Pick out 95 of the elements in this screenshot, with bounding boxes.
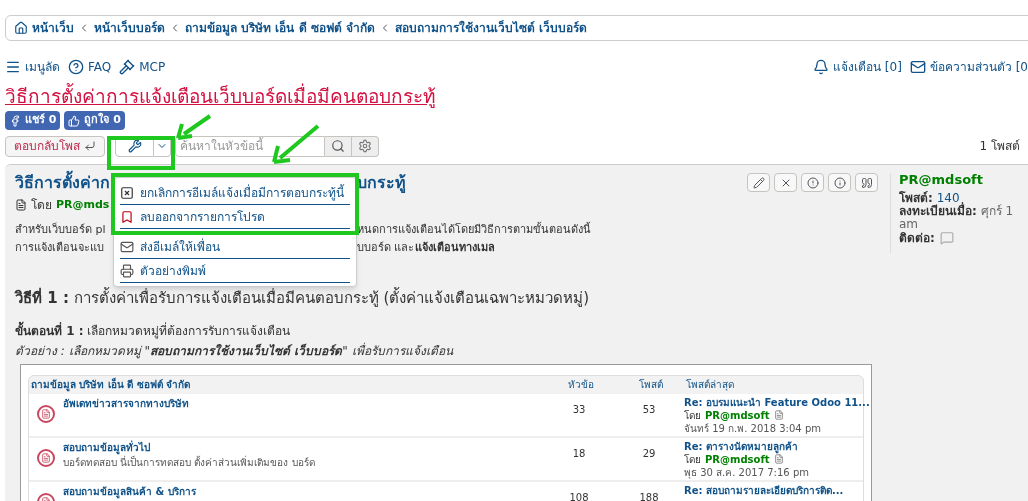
last-post-link[interactable]: Re: อบรมแนะนำ Feature Odoo 11... (684, 395, 870, 409)
nav-link[interactable]: MCP (119, 58, 166, 76)
post-date: พุธ 30 ส.ค. 2017 7:16 pm (684, 465, 810, 479)
search-field[interactable]: ค้นหาในหัวข้อนี้ (175, 135, 325, 157)
breadcrumb-link[interactable]: หน้าเว็บ (32, 19, 74, 37)
edit-button[interactable] (747, 173, 770, 192)
forum-description: บอร์ดทดสอบ นี่เป็นการทดสอบ ตั้งค่าส่วนเพิ่มเติมของ บอร์ด (63, 455, 315, 470)
contact-label: ติดต่อ: (899, 231, 935, 245)
forum-name[interactable]: สอบถามข้อมูลทั่วไป (63, 439, 315, 455)
joined-value: ศุกร์ 1 (980, 204, 1014, 218)
menu-item[interactable]: ลบออกจากรายการโปรด (120, 205, 350, 229)
printer-icon (120, 263, 134, 278)
nav-link[interactable]: FAQ (68, 58, 112, 76)
document-icon (773, 454, 784, 464)
settings-button[interactable] (352, 135, 379, 157)
x-box-icon (120, 185, 134, 200)
post-text: หนดการแจ้งเตือนได้โดยมีวิธีการตามขั้นตอนดังนี้ (357, 221, 592, 238)
forum-icon (37, 404, 55, 423)
post-count: 1 โพสต์ (979, 138, 1020, 155)
menu-item[interactable]: ตัวอย่างพิมพ์ (120, 259, 350, 283)
author-link[interactable]: PR@mdsoft (705, 452, 770, 466)
posts-count: 29 (641, 446, 657, 461)
menu-icon (5, 59, 21, 75)
menu-item[interactable]: ส่งอีเมล์ให้เพื่อน (120, 235, 350, 259)
breadcrumb-link[interactable]: ถามข้อมูล บริษัท เอ็น ดี ซอฟต์ จำกัด (185, 19, 375, 37)
envelope-icon (120, 239, 134, 254)
step-text: ขั้นตอนที่ 1 : เลือกหมวดหมู่ที่ต้องการรับการแจ้งเตือน (15, 321, 292, 340)
quote-icon (860, 176, 873, 189)
facebook-icon (9, 114, 21, 127)
by-label: โดย (31, 197, 52, 214)
menu-item[interactable]: ยกเลิกการอีเมล์แจ้งเมื่อมีการตอบกระทู้นี้ (120, 181, 350, 205)
gavel-icon (119, 59, 136, 75)
envelope-icon (909, 59, 926, 75)
topics-count: 18 (571, 446, 587, 461)
posts-count: 188 (638, 490, 660, 501)
arrow-icon (84, 140, 96, 152)
forum-name[interactable]: อัพเดทข่าวสารจากทางบริษัท (63, 395, 189, 411)
column-header: โพสต์ล่าสุด (686, 378, 735, 392)
thumbs-up-icon (68, 114, 81, 127)
info-icon (833, 176, 846, 189)
info-button[interactable] (828, 173, 851, 192)
joined-value: am (899, 218, 920, 231)
nav-link[interactable]: เมนูลัด (5, 58, 60, 76)
post-text: บบอร์ด และแจ้งเตือนทางเมล (357, 240, 496, 256)
author-link[interactable]: PR@mds (56, 196, 110, 214)
by-label: โดย (684, 408, 701, 422)
search-icon (331, 139, 345, 153)
pencil-icon (752, 176, 765, 189)
topics-count: 108 (568, 490, 590, 501)
method-heading: วิธีที่ 1 : การตั้งค่าเพื่อรับการแจ้งเตือนเมื่อมีคนตอบกระทู้ (ตั้งค่าแจ้งเตือนเฉพาะหมวดหมู่) (15, 287, 591, 309)
last-post-link[interactable]: Re: สอบถามรายละเอียดบริการติด... (684, 483, 863, 497)
posts-count: 53 (641, 402, 657, 417)
topic-title[interactable]: วิธีการตั้งค่าการแจ้งเตือนเว็บบอร์ดเมื่อมีคนตอบกระทู้ (5, 83, 1028, 109)
nav-link[interactable]: แจ้งเตือน [0] (813, 58, 902, 76)
example-text: ตัวอย่าง : เลือกหมวดหมู่ "สอบถามการใช้งานเว็บไซต์ เว็บบอร์ด" เพื่อรับการแจ้งเตือน (15, 341, 455, 360)
share-button[interactable]: แชร์ 0 (5, 111, 61, 130)
author-link[interactable]: PR@mdsoft (705, 408, 770, 422)
forum-icon (37, 448, 55, 467)
posts-value[interactable]: 140 (936, 191, 960, 205)
column-header: หัวข้อ (567, 378, 595, 392)
settings-icon (358, 139, 372, 153)
share-button[interactable]: ถูกใจ 0 (64, 111, 125, 130)
reply-button[interactable]: ตอบกลับโพส (5, 135, 105, 157)
last-post-link[interactable]: Re: ตารางนัดหมายลูกค้า (684, 439, 863, 453)
home-icon (14, 21, 28, 35)
help-icon (68, 59, 84, 75)
breadcrumb-link[interactable]: สอบถามการใช้งานเว็บไซต์ เว็บบอร์ด (394, 19, 588, 37)
document-icon (773, 410, 784, 420)
nav-link[interactable]: ข้อความส่วนตัว [0 (909, 58, 1028, 76)
bell-icon (813, 59, 829, 75)
profile-name[interactable]: PR@mdsoft (899, 173, 1014, 186)
column-header: โพสต์ (638, 378, 664, 392)
quote-button[interactable] (855, 173, 878, 192)
joined-label: ลงทะเบียนเมื่อ: (899, 204, 977, 218)
post-title[interactable]: วิธีการตั้งค่าก (15, 171, 113, 195)
forum-name[interactable]: สอบถามข้อมูลสินค้า & บริการ (63, 483, 196, 499)
highlight-frame (107, 136, 175, 170)
column-header: ถามข้อมูล บริษัท เอ็น ดี ซอฟต์ จำกัด (31, 377, 192, 392)
post-date: จันทร์ 19 ก.พ. 2018 3:04 pm (684, 421, 822, 435)
posts-label: โพสต์: (899, 191, 933, 205)
by-label: โดย (684, 452, 701, 466)
post-text: สำหรับเว็บบอร์ด pl (15, 221, 107, 238)
topics-count: 33 (571, 402, 587, 417)
post-text: การแจ้งเตือนจะแบ (15, 240, 105, 256)
arrow-icon (272, 124, 320, 164)
report-button[interactable] (801, 173, 824, 192)
search-button[interactable] (325, 135, 352, 157)
document-icon (15, 199, 27, 211)
exclamation-icon (806, 176, 819, 189)
delete-button[interactable] (774, 173, 797, 192)
wrench-icon (127, 139, 142, 153)
bookmark-icon (120, 209, 134, 224)
breadcrumb-link[interactable]: หน้าเว็บบอร์ด (94, 19, 165, 37)
post-title[interactable]: บกระทู้ (357, 171, 406, 195)
speech-bubble-icon (938, 231, 955, 245)
